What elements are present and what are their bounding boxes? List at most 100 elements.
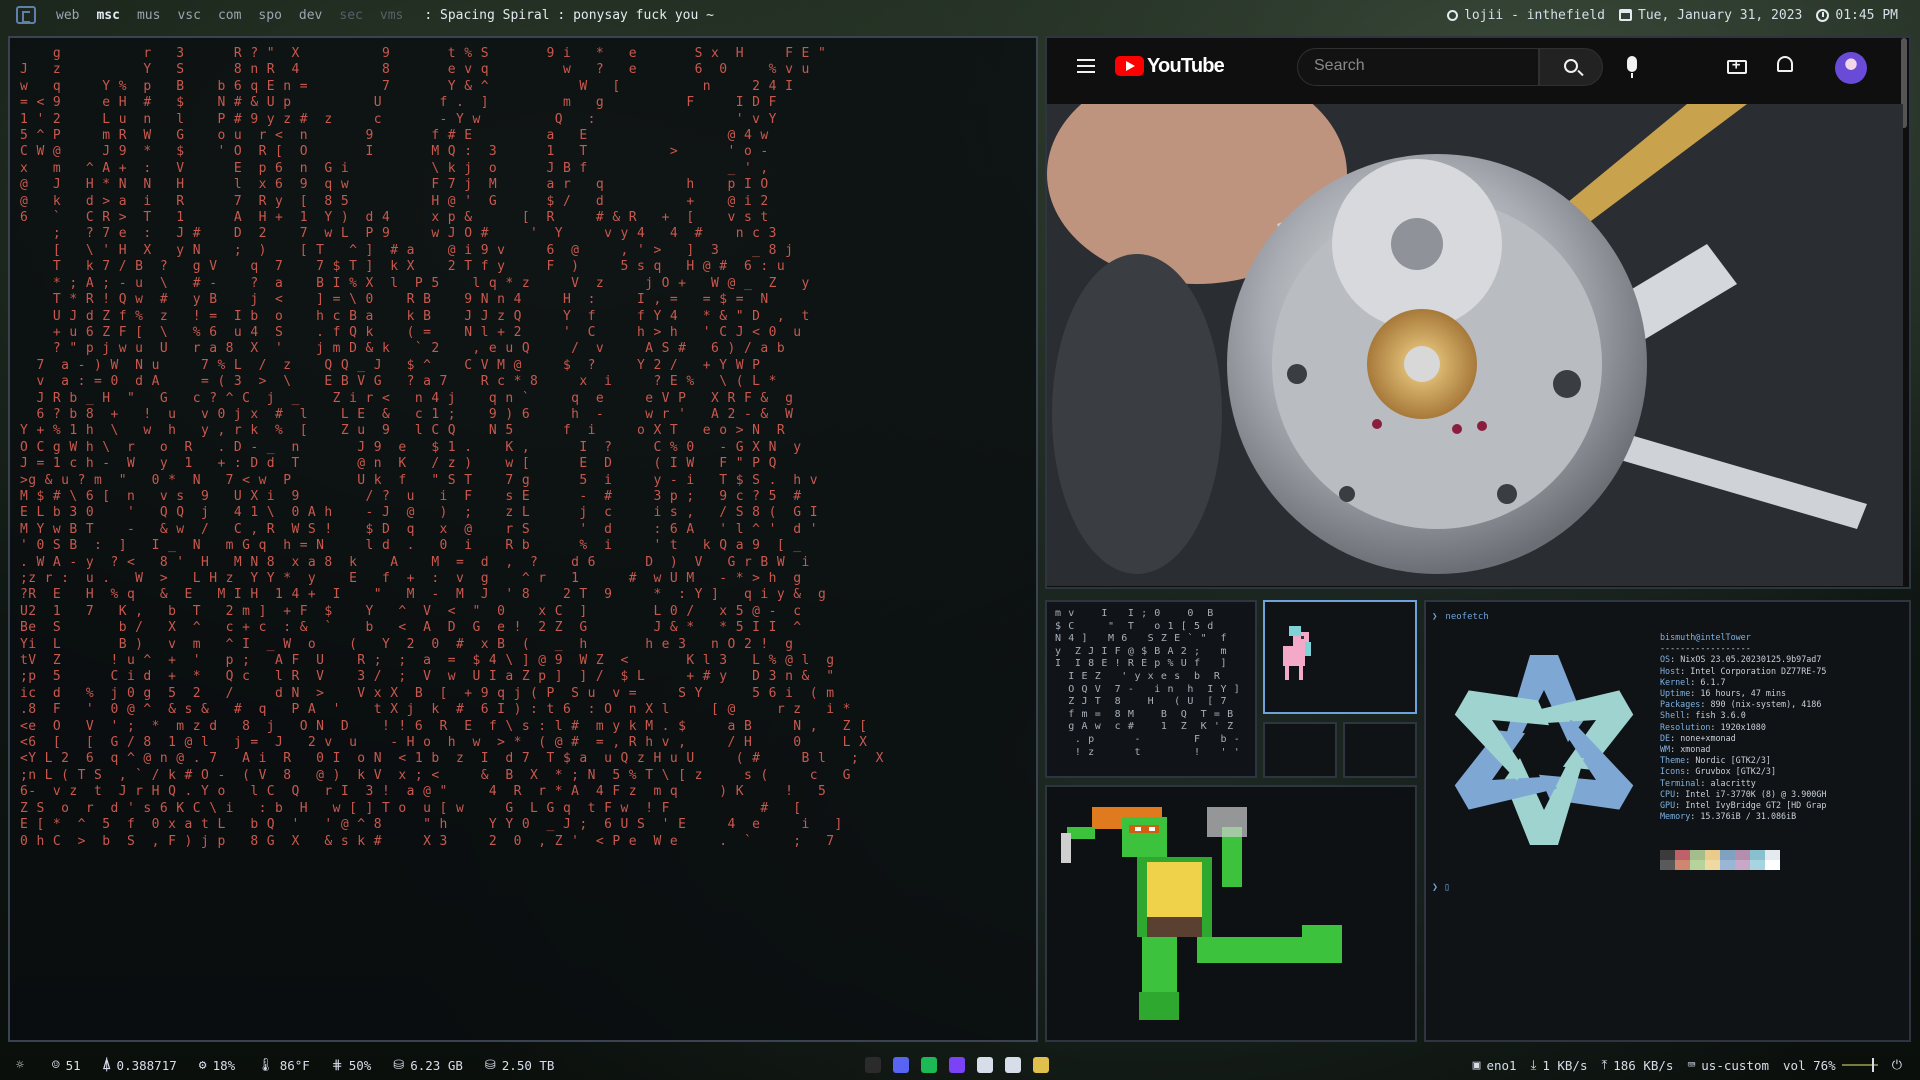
menu-icon[interactable] [1077,59,1095,73]
info-line: Host: Intel Corporation DZ77RE-75 [1660,665,1827,676]
info-line: Shell: fish 3.6.0 [1660,710,1746,721]
power-icon[interactable]: ⏻ [1892,1058,1902,1073]
workspace-msc[interactable]: msc [96,8,119,23]
info-value: 16 hours, 47 mins [1700,688,1787,699]
indicator-value: 6.23 GB [410,1057,463,1073]
youtube-browser-window[interactable]: YouTube Search [1045,36,1911,589]
user-label: lojii - inthefield [1464,7,1605,23]
video-player[interactable] [1047,104,1903,586]
info-line: Theme: Nordic [GTK2/3] [1660,755,1771,766]
tray-app-icon[interactable] [949,1057,965,1073]
create-video-icon[interactable] [1727,57,1747,74]
search-button[interactable] [1539,48,1603,86]
color-swatch [1675,860,1690,870]
info-line: CPU: Intel i7-3770K (8) @ 3.900GH [1660,788,1827,799]
indicator-value: 2.50 TB [501,1057,555,1073]
xmonad-logo-icon [16,6,36,24]
color-swatch [1705,850,1720,860]
time-label: 01:45 PM [1835,7,1898,23]
tray-app-icon[interactable] [977,1057,993,1073]
clock-icon [1816,8,1830,22]
workspace-sec[interactable]: sec [339,8,362,23]
upload-icon: ⤒ [1601,1057,1608,1073]
workspace-vsc[interactable]: vsc [177,8,200,23]
keyboard-icon: ⌨ [1687,1057,1696,1073]
ninja-turtle-sprite [1061,807,1342,1020]
disk-indicator: ⛁ 6.23 GB [393,1058,463,1073]
info-key: WM [1660,744,1671,755]
cpu-indicator: ⚙ 18% [199,1058,235,1073]
temperature-icon: 🌡 [257,1057,274,1073]
workspace-mus[interactable]: mus [137,8,160,23]
color-swatch [1720,850,1735,860]
info-key: CPU [1660,788,1676,799]
info-key: Uptime [1660,688,1691,699]
color-swatch [1690,850,1705,860]
ghost-indicator: ☺ 51 [52,1058,81,1073]
workspace-com[interactable]: com [218,8,241,23]
color-swatch [1750,850,1765,860]
indicator-value: 86°F [279,1057,310,1073]
tray-app-icon[interactable] [865,1057,881,1073]
workspace-web[interactable]: web [56,8,79,23]
neofetch-terminal-window[interactable]: ❯ neofetch bismuth@intelTower ----------… [1424,600,1911,1042]
info-line: Terminal: alacritty [1660,777,1756,788]
tray-app-icon[interactable] [893,1057,909,1073]
scramble-terminal-window[interactable]: m v I I ; 0 0 B $ C " T o 1 [ 5 d N 4 ] … [1045,600,1257,778]
system-info: bismuth@intelTower ------------------ OS… [1660,632,1826,822]
tray-app-icon[interactable] [1033,1057,1049,1073]
microphone-icon[interactable] [1627,56,1637,78]
info-key: Icons [1660,766,1686,777]
notifications-bell-icon[interactable] [1777,56,1793,72]
ponysay-window[interactable] [1263,600,1417,714]
info-line: WM: xmonad [1660,744,1711,755]
youtube-logo[interactable]: YouTube [1115,55,1225,78]
scramble-text: m v I I ; 0 0 B $ C " T o 1 [ 5 d N 4 ] … [1055,608,1241,758]
window-title: : Spacing Spiral : ponysay fuck you ~ [424,7,714,23]
top-status-bar: web msc mus vsc com spo dev sec vms : Spacing Sp… [0,0,1920,30]
info-value: Intel IvyBridge GT2 [HD Grap [1685,800,1827,811]
info-value: Intel Corporation DZ77RE-75 [1690,665,1827,676]
search-input[interactable]: Search [1297,48,1539,86]
info-key: Memory [1660,811,1691,822]
color-swatch [1735,860,1750,870]
matrix-rain-text: g r 3 R ? " X 9 t % S 9 i * e S x H F E … [20,46,884,849]
volume-indicator[interactable]: vol 76% [1783,1058,1878,1073]
mini-terminal-window-2[interactable] [1343,722,1417,778]
tray-app-icon[interactable] [921,1057,937,1073]
mini-terminal-window-1[interactable] [1263,722,1337,778]
workspace-vms[interactable]: vms [380,8,403,23]
info-line: OS: NixOS 23.05.20230125.9b97ad7 [1660,654,1822,665]
info-line: Kernel: 6.1.7 [1660,676,1726,687]
workspace-spo[interactable]: spo [258,8,281,23]
info-value: 15.376iB / 31.086iB [1700,811,1797,822]
info-line: Icons: Gruvbox [GTK2/3] [1660,766,1776,777]
memory-icon: ⋕ [331,1057,343,1073]
workspace-dev[interactable]: dev [299,8,322,23]
sprite-viewer-window[interactable] [1045,785,1417,1042]
info-value: xmonad [1680,744,1711,755]
account-avatar[interactable] [1835,52,1867,84]
watch-movement-thumbnail [1047,104,1903,586]
network-icon: ▣ [1472,1057,1481,1073]
color-swatch [1750,860,1765,870]
info-key: DE [1660,732,1671,743]
download-indicator: ⤓ 1 KB/s [1531,1058,1588,1073]
volume-slider[interactable] [1841,1058,1878,1072]
info-value: Gruvbox [GTK2/3] [1695,766,1776,777]
prompt-command: neofetch [1445,612,1489,622]
tray-app-icon[interactable] [1005,1057,1021,1073]
system-tray [865,1057,1049,1073]
color-swatch [1660,860,1675,870]
ghost-icon: ☺ [51,1057,60,1073]
info-line: Uptime: 16 hours, 47 mins [1660,688,1787,699]
indicator-value: 50% [348,1057,372,1073]
color-swatch [1690,860,1705,870]
info-value: none+xmonad [1680,732,1736,743]
bottom-status-bar: ☼ ☺ 51 ⍋ 0.388717 ⚙ 18% 🌡 86°F ⋕ 50% ⛁ 6.23 GB ⛁ 2.50 … [0,1050,1920,1080]
info-key: Host [1660,665,1681,676]
terminal-prompt-2[interactable]: ❯ ▯ [1432,882,1450,893]
matrix-terminal-window[interactable]: g r 3 R ? " X 9 t % S 9 i * e S x H F E … [8,36,1038,1042]
info-value: Intel i7-3770K (8) @ 3.900GH [1685,788,1827,799]
keyboard-layout: us-custom [1701,1057,1770,1073]
